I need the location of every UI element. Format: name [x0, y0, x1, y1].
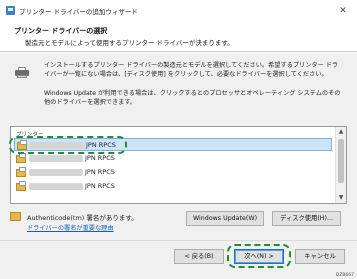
printer-icon	[15, 67, 29, 78]
figure-id: DZB667	[335, 273, 354, 278]
driver-listbox[interactable]: プリンター JPN RPCS JPN RPCS JPN RPCS JPN RPC…	[10, 126, 347, 204]
list-scrollbar[interactable]: ▲ ▼	[335, 127, 346, 203]
next-button[interactable]: 次へ(N) >	[234, 249, 284, 264]
scroll-down-icon[interactable]: ▼	[336, 193, 346, 203]
list-item[interactable]: JPN RPCS	[14, 166, 332, 179]
window-title: プリンター ドライバーの追加ウィザード	[19, 8, 138, 16]
windows-update-text: Windows Update が利用できる場合は、クリックするとのプロセッサとオ…	[44, 90, 341, 106]
certificate-icon	[10, 212, 21, 221]
redacted-manufacturer	[29, 169, 83, 176]
redacted-manufacturer	[30, 142, 84, 149]
have-disk-button[interactable]: ディスク使用(H)...	[272, 211, 341, 226]
page-subheading: 製造元とモデルによって使用するプリンター ドライバーが決まります。	[25, 39, 234, 47]
driver-label: JPN RPCS	[85, 182, 115, 190]
scroll-thumb[interactable]	[338, 139, 344, 183]
wizard-icon	[6, 6, 15, 15]
redacted-manufacturer	[29, 155, 83, 162]
signature-text: Authenticode(tm) 署名があります。	[27, 214, 138, 222]
wizard-header: プリンター ドライバーの選択 製造元とモデルによって使用するプリンター ドライバ…	[0, 22, 357, 52]
printer-driver-icon	[16, 181, 26, 191]
wizard-footer: < 戻る(B) 次へ(N) > キャンセル DZB667	[0, 240, 357, 279]
printer-driver-icon	[16, 167, 26, 177]
back-button[interactable]: < 戻る(B)	[174, 249, 224, 264]
title-bar: プリンター ドライバーの追加ウィザード ✕	[0, 0, 357, 22]
printer-driver-icon	[16, 153, 26, 163]
redacted-manufacturer	[29, 183, 83, 190]
cancel-button[interactable]: キャンセル	[295, 249, 345, 264]
signature-help-link[interactable]: ドライバーの署名が重要な理由	[27, 223, 114, 232]
driver-label: JPN RPCS	[86, 141, 116, 149]
windows-update-button[interactable]: Windows Update(W)	[186, 211, 264, 226]
driver-label: JPN RPCS	[85, 154, 115, 162]
wizard-content: インストールするプリンター ドライバーの製造元とモデルを選択してください。希望す…	[0, 53, 357, 240]
scroll-up-icon[interactable]: ▲	[336, 127, 346, 137]
driver-label: JPN RPCS	[85, 168, 115, 176]
page-heading: プリンター ドライバーの選択	[14, 27, 108, 35]
list-item[interactable]: JPN RPCS	[14, 138, 332, 151]
instruction-text: インストールするプリンター ドライバーの製造元とモデルを選択してください。希望す…	[44, 62, 339, 78]
list-item[interactable]: JPN RPCS	[14, 180, 332, 193]
list-item[interactable]: JPN RPCS	[14, 152, 332, 165]
close-icon[interactable]: ✕	[337, 5, 349, 17]
signature-info: Authenticode(tm) 署名があります。 ドライバーの署名が重要な理由	[10, 210, 180, 238]
printer-driver-icon	[17, 140, 27, 150]
list-column-header: プリンター	[16, 132, 44, 138]
